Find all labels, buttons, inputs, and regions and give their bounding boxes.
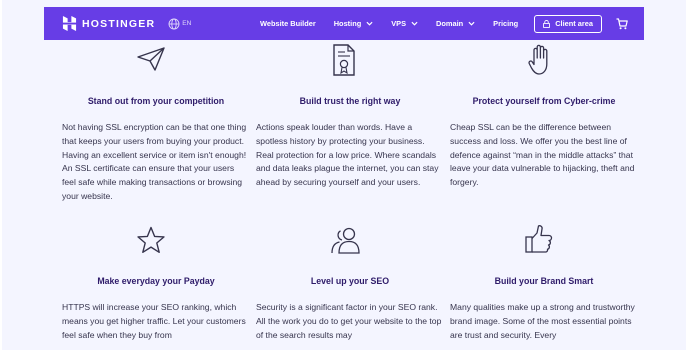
language-label: EN [182, 20, 192, 27]
client-area-label: Client area [555, 19, 593, 28]
nav-pricing[interactable]: Pricing [493, 19, 518, 28]
paper-plane-icon [136, 46, 166, 72]
thumbs-up-icon [524, 224, 554, 254]
chevron-down-icon [468, 21, 475, 26]
brand-logo[interactable]: HOSTINGER [62, 16, 155, 31]
nav-label: VPS [391, 19, 407, 28]
feature-title: Stand out from your competition [87, 96, 225, 106]
globe-icon [168, 18, 180, 29]
client-area-button[interactable]: Client area [534, 14, 602, 33]
feature-text: HTTPS will increase your SEO ranking, wh… [62, 302, 246, 340]
feature-title: Level up your SEO [310, 276, 390, 286]
feature-text: Actions speak louder than words. Have a … [256, 122, 439, 188]
feature-text: Security is a significant factor in your… [256, 302, 442, 340]
feature-title: Protect yourself from Cyber-crime [472, 96, 616, 106]
users-icon [330, 226, 362, 254]
cart-icon[interactable] [616, 17, 628, 30]
star-icon [136, 226, 166, 254]
brand-name: HOSTINGER [82, 17, 156, 30]
hostinger-logo-icon [62, 16, 77, 31]
page-frame: HOSTINGER EN Website Builder Hosting VPS [2, 0, 686, 350]
chevron-down-icon [411, 21, 418, 26]
nav-website-builder[interactable]: Website Builder [260, 19, 316, 28]
hand-stop-icon [528, 44, 552, 76]
nav-label: Hosting [333, 19, 362, 28]
main-menu: Website Builder Hosting VPS Domain Prici… [260, 14, 628, 33]
nav-hosting[interactable]: Hosting [334, 19, 374, 28]
feature-text: Not having SSL encryption can be that on… [62, 122, 247, 201]
nav-vps[interactable]: VPS [391, 19, 418, 28]
top-navigation-bar: HOSTINGER EN Website Builder Hosting VPS [44, 7, 644, 40]
chevron-down-icon [366, 21, 373, 26]
feature-title: Make everyday your Payday [97, 276, 215, 286]
nav-label: Domain [436, 19, 464, 28]
feature-title: Build your Brand Smart [494, 276, 594, 286]
language-selector[interactable]: EN [168, 18, 191, 30]
nav-label: Website Builder [260, 19, 316, 28]
nav-label: Pricing [493, 19, 519, 28]
certificate-icon [332, 44, 356, 76]
feature-text: Cheap SSL can be the difference between … [450, 122, 635, 188]
feature-text: Many qualities make up a strong and trus… [450, 302, 635, 340]
feature-title: Build trust the right way [299, 96, 401, 106]
nav-domain[interactable]: Domain [436, 19, 475, 28]
lock-icon [543, 19, 551, 28]
